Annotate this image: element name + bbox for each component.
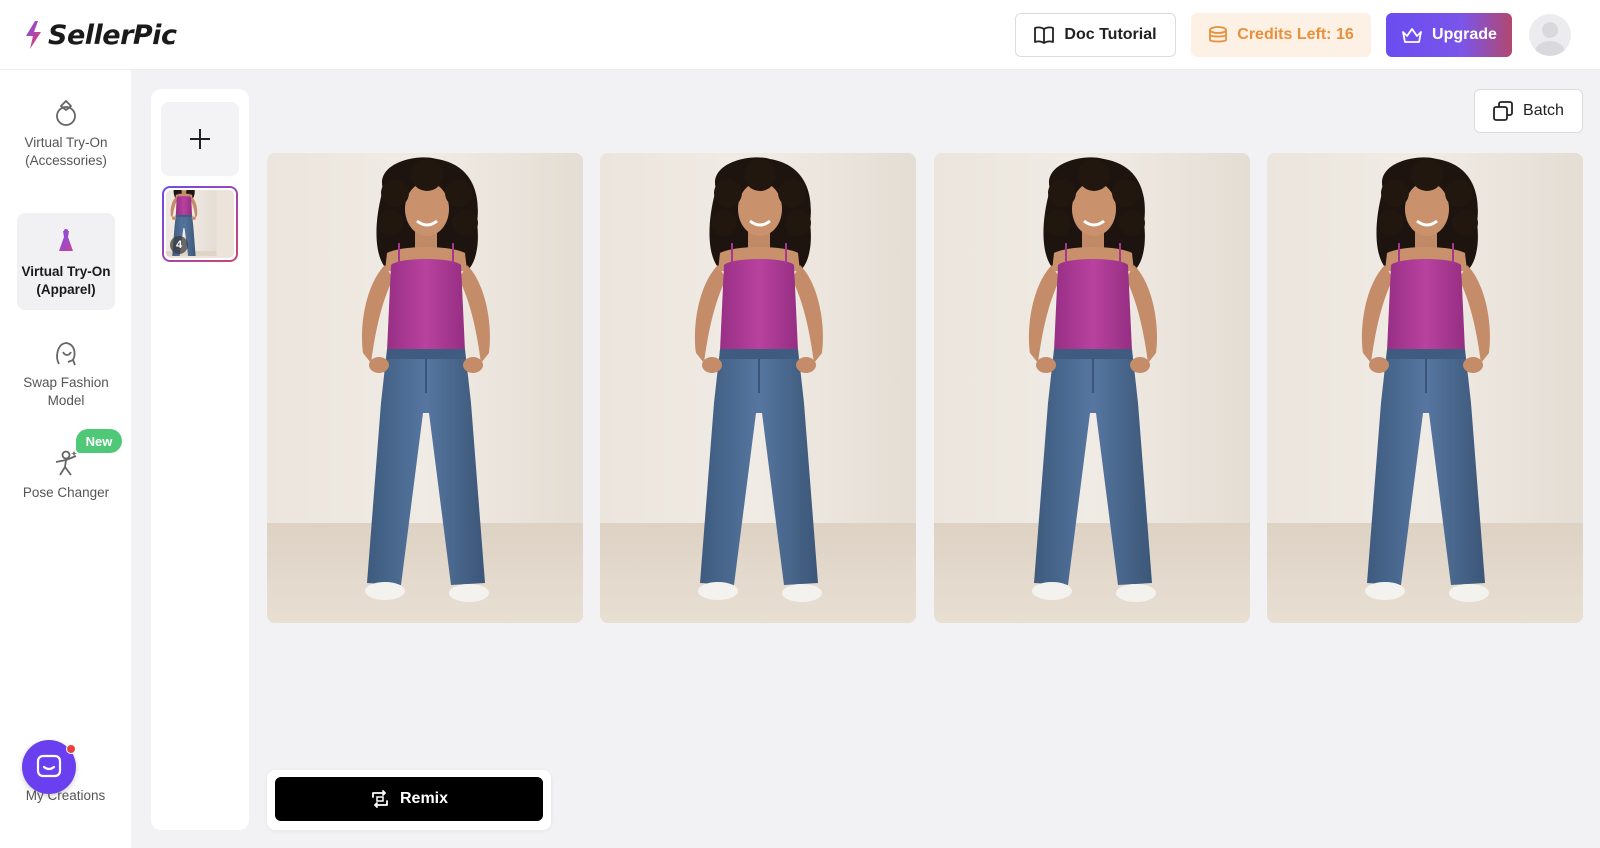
credits-indicator[interactable]: Credits Left: 16 xyxy=(1191,13,1371,57)
batch-copy-icon xyxy=(1493,101,1513,121)
notification-dot xyxy=(66,744,76,754)
sidebar-item-label: Virtual Try-On (Apparel) xyxy=(21,264,111,297)
sidebar-item-pose-changer[interactable]: Pose Changer xyxy=(17,448,115,528)
pose-icon xyxy=(55,450,77,476)
sidebar-item-virtual-try-on-accessories[interactable]: Virtual Try-On (Accessories) xyxy=(17,98,115,186)
book-icon xyxy=(1034,26,1055,44)
brand-name: SellerPic xyxy=(48,19,177,51)
sidebar: Virtual Try-On (Accessories) Virtual Try… xyxy=(0,70,131,848)
ring-icon xyxy=(56,100,76,126)
sidebar-item-label: Swap Fashion Model xyxy=(23,375,109,408)
upload-panel: 4 xyxy=(151,89,249,830)
add-image-button[interactable] xyxy=(161,102,239,176)
user-icon xyxy=(1535,22,1565,56)
result-image-3[interactable] xyxy=(934,153,1250,623)
sidebar-item-my-creations[interactable]: My Creations xyxy=(0,788,131,803)
sidebar-item-virtual-try-on-apparel[interactable]: Virtual Try-On (Apparel) xyxy=(17,213,115,310)
top-bar: SellerPic Doc Tutorial Credits Left: 16 … xyxy=(0,0,1600,70)
credits-label: Credits Left: 16 xyxy=(1237,26,1354,43)
crown-basket-icon xyxy=(1402,28,1422,43)
app-logo[interactable]: SellerPic xyxy=(24,18,177,52)
dress-icon xyxy=(59,229,73,251)
selected-thumbnail[interactable]: 4 xyxy=(162,186,238,262)
batch-label: Batch xyxy=(1523,102,1564,119)
sidebar-item-label: Virtual Try-On (Accessories) xyxy=(24,135,108,168)
remix-bar: Remix xyxy=(267,770,551,830)
thumbnail-image: 4 xyxy=(166,190,234,258)
upgrade-label: Upgrade xyxy=(1432,26,1497,43)
user-avatar[interactable] xyxy=(1529,14,1571,56)
remix-button[interactable]: Remix xyxy=(275,777,543,821)
coins-icon xyxy=(1209,26,1228,43)
doc-tutorial-label: Doc Tutorial xyxy=(1064,26,1157,43)
sidebar-item-swap-fashion-model[interactable]: Swap Fashion Model xyxy=(17,338,115,418)
face-swap-icon xyxy=(56,342,76,366)
sidebar-item-label: Pose Changer xyxy=(22,485,110,500)
plus-icon xyxy=(190,129,210,149)
lightning-logo-icon xyxy=(26,21,41,49)
batch-button[interactable]: Batch xyxy=(1474,89,1583,133)
remix-icon xyxy=(372,790,388,808)
upgrade-button[interactable]: Upgrade xyxy=(1386,13,1512,57)
remix-label: Remix xyxy=(399,790,449,807)
result-image-2[interactable] xyxy=(600,153,916,623)
doc-tutorial-button[interactable]: Doc Tutorial xyxy=(1015,13,1176,57)
chat-icon xyxy=(36,754,62,778)
image-count-badge: 4 xyxy=(170,236,188,254)
result-image-4[interactable] xyxy=(1267,153,1583,623)
result-image-1[interactable] xyxy=(267,153,583,623)
new-badge: New xyxy=(76,429,122,453)
